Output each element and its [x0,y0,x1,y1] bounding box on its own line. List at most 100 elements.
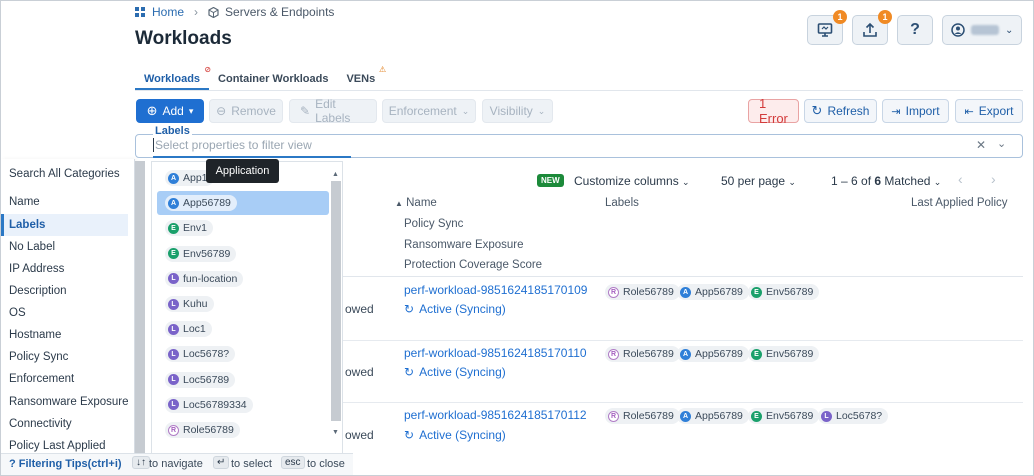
user-icon [951,23,965,37]
row-status: ↻ Active (Syncing) [404,365,506,379]
value-chip: L Kuhu [165,296,214,312]
value-option[interactable]: E Env56789 [157,242,329,266]
column-header-last-applied[interactable]: Last Applied Policy [911,197,1008,209]
workload-link[interactable]: perf-workload-9851624185170112 [404,408,587,422]
category-item[interactable]: Policy Last Applied [9,440,106,452]
visibility-label: Visibility [489,104,533,118]
column-header-labels[interactable]: Labels [605,197,639,209]
category-item[interactable]: Hostname [9,329,61,341]
scroll-up-icon[interactable]: ▲ [332,171,339,178]
row-cell-truncated: owed [345,365,374,379]
tooltip: Application [206,159,279,183]
category-item[interactable]: Ransomware Exposure [9,396,129,408]
category-item[interactable]: Enforcement [9,373,74,385]
label-chip: L Loc5678? [818,408,889,424]
matched-count-dropdown[interactable]: 1 – 6 of 6 Matched ⌄ [831,174,941,188]
category-item[interactable]: OS [9,307,26,319]
add-button-label: Add [162,104,184,118]
chevron-down-icon[interactable]: ⌄ [997,137,1006,150]
workload-link[interactable]: perf-workload-9851624185170109 [404,283,587,297]
env-icon: E [751,286,762,298]
pencil-icon: ✎ [300,104,311,118]
upload-icon [863,22,877,37]
role-icon: R [608,410,619,422]
clear-icon[interactable]: ✕ [976,138,986,152]
location-icon: L [821,410,832,422]
column-header-protection[interactable]: Protection Coverage Score [404,259,542,271]
value-chip: E Env56789 [165,245,237,262]
per-page-dropdown[interactable]: 50 per page ⌄ [721,174,796,188]
notifications-button[interactable]: 1 [807,10,847,45]
value-option[interactable]: E Env1 [157,216,329,240]
location-icon: L [168,399,179,411]
next-page-icon[interactable]: › [991,171,996,187]
header-divider [343,276,1023,277]
row-status-text: Active (Syncing) [419,365,506,379]
category-scrollbar[interactable] [135,161,145,456]
category-item[interactable]: Policy Sync [9,351,68,363]
breadcrumb-home[interactable]: Home [152,5,184,19]
refresh-button[interactable]: ↻ Refresh [804,99,877,123]
prev-page-icon[interactable]: ‹ [958,171,963,187]
tab-container-workloads[interactable]: Container Workloads [209,67,337,90]
value-option[interactable]: R Role56789 [157,418,329,442]
edit-labels-label: Edit Labels [315,97,351,125]
remove-button[interactable]: ⊖ Remove [209,99,283,123]
tab-bar: Workloads ⊘ Container Workloads VENs ⚠ [135,65,1023,91]
value-chip: E Env1 [165,220,213,237]
value-label: Loc56789 [183,373,230,386]
tab-vens[interactable]: VENs ⚠ [337,65,386,90]
value-option[interactable]: Lfun-location [157,267,329,291]
user-menu-button[interactable]: ⌄ [942,15,1022,45]
edit-labels-button[interactable]: ✎ Edit Labels [289,97,377,125]
cube-icon [208,6,219,18]
workload-link[interactable]: perf-workload-9851624185170110 [404,346,587,360]
export-icon: ⇤ [964,105,974,118]
category-item[interactable]: No Label [9,241,55,253]
app-icon: A [168,197,179,209]
import-button[interactable]: ⇥ Import [882,99,949,123]
app-icon: A [680,348,691,360]
enforcement-dropdown[interactable]: Enforcement ⌄ [382,99,476,123]
category-item[interactable]: Connectivity [9,418,72,430]
esc-key: esc [281,456,305,469]
visibility-dropdown[interactable]: Visibility ⌄ [482,99,553,123]
label-chip: E Env56789 [748,408,820,424]
column-header-policy-sync[interactable]: Policy Sync [404,218,463,230]
notification-badge: 1 [833,10,847,24]
value-option[interactable]: L Loc5678? [157,342,329,366]
value-option[interactable]: L Loc1 [157,317,329,341]
value-option[interactable]: L Loc56789 [157,368,329,392]
scroll-down-icon[interactable]: ▼ [332,429,339,436]
add-button[interactable]: ⊕ Add ▾ [136,99,204,123]
remove-button-label: Remove [231,104,276,118]
tab-container-workloads-label: Container Workloads [218,73,329,85]
location-icon: L [168,323,179,335]
location-icon: L [168,348,179,360]
column-header-name[interactable]: ▲ Name [395,197,437,209]
tab-workloads[interactable]: Workloads ⊘ [135,65,211,90]
values-scrollbar[interactable] [331,181,341,421]
category-item[interactable]: Labels [9,219,45,231]
error-button[interactable]: 1 Error [748,96,799,126]
value-option[interactable]: A App56789 [157,191,329,216]
value-option[interactable]: L Loc56789334 [157,393,329,417]
value-label: Loc1 [183,323,206,336]
category-item[interactable]: Name [9,196,40,208]
app-icon: A [168,172,179,184]
export-button[interactable]: ⇤ Export [955,99,1023,123]
label-chip: A App56789 [677,284,749,300]
filter-input[interactable]: Select properties to filter view [153,138,312,152]
category-item[interactable]: Search All Categories [9,168,120,180]
upload-button[interactable]: 1 [852,10,892,45]
customize-columns-dropdown[interactable]: Customize columns ⌄ [574,174,690,188]
value-option[interactable]: L Kuhu [157,292,329,316]
help-button[interactable]: ? [897,15,933,45]
column-header-ransomware[interactable]: Ransomware Exposure [404,239,524,251]
filtering-tips-link[interactable]: ? Filtering Tips(ctrl+i) [9,458,122,470]
category-item[interactable]: Description [9,285,67,297]
category-item[interactable]: IP Address [9,263,64,275]
label-text: Role56789 [623,286,674,298]
filter-label: Labels [153,125,192,137]
label-chip: R Role56789 [605,408,680,424]
